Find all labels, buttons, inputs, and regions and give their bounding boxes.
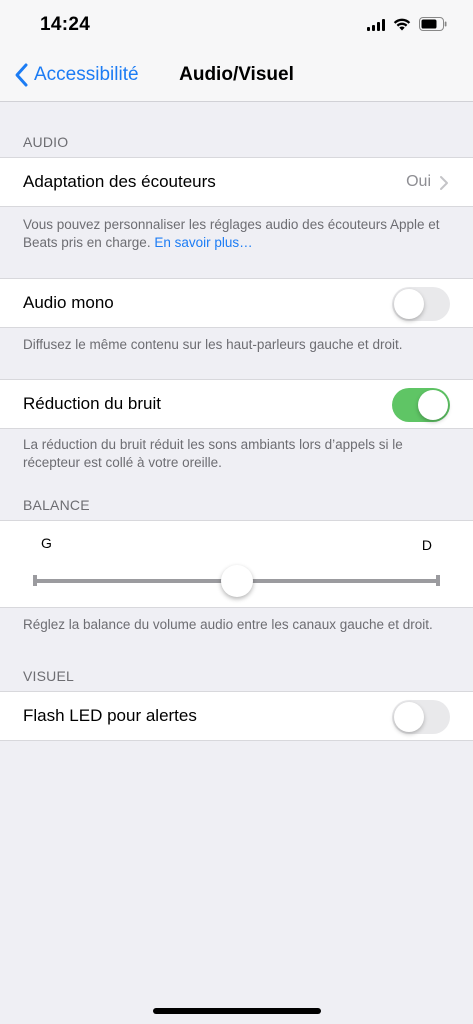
balance-left-label: G xyxy=(41,535,52,551)
section-header-balance: BALANCE xyxy=(23,497,90,513)
led-flash-label: Flash LED pour alertes xyxy=(23,706,197,725)
balance-row: G D xyxy=(0,520,473,608)
mono-audio-toggle[interactable] xyxy=(392,287,450,321)
balance-right-label: D xyxy=(421,537,432,553)
navigation-bar: Accessibilité Audio/Visuel xyxy=(0,50,473,102)
page-title: Audio/Visuel xyxy=(0,64,473,86)
slider-right-tick xyxy=(436,575,440,586)
home-indicator[interactable] xyxy=(153,1008,321,1014)
status-bar: 14:24 xyxy=(0,0,473,50)
balance-slider-thumb[interactable] xyxy=(220,565,253,597)
wifi-icon xyxy=(393,17,411,31)
page-title-text: Audio/Visuel xyxy=(179,64,294,85)
toggle-knob xyxy=(394,289,424,319)
mono-audio-row: Audio mono xyxy=(0,278,473,328)
led-flash-toggle[interactable] xyxy=(392,700,450,734)
headphone-accommodations-label: Adaptation des écouteurs xyxy=(23,172,216,191)
toggle-knob xyxy=(418,390,448,420)
noise-cancellation-footer: La réduction du bruit réduit les sons am… xyxy=(23,437,403,470)
mono-audio-footer: Diffusez le même contenu sur les haut-pa… xyxy=(23,337,403,352)
status-icons xyxy=(367,17,447,31)
learn-more-link[interactable]: En savoir plus… xyxy=(154,235,252,250)
noise-cancellation-row: Réduction du bruit xyxy=(0,379,473,429)
cellular-signal-icon xyxy=(367,18,385,31)
mono-audio-label: Audio mono xyxy=(23,293,114,312)
status-time: 14:24 xyxy=(40,14,91,35)
headphone-footer: Vous pouvez personnaliser les réglages a… xyxy=(23,216,443,252)
headphone-accommodations-value: Oui xyxy=(406,173,431,190)
headphone-accommodations-row[interactable]: Adaptation des écouteurs Oui xyxy=(0,157,473,207)
screen: 14:24 Accessibilité Audio/Visuel AUDIO A… xyxy=(0,0,473,1024)
section-header-visual: VISUEL xyxy=(23,668,74,684)
toggle-knob xyxy=(394,702,424,732)
section-header-audio: AUDIO xyxy=(23,134,69,150)
balance-footer: Réglez la balance du volume audio entre … xyxy=(23,617,433,632)
led-flash-row: Flash LED pour alertes xyxy=(0,691,473,741)
battery-icon xyxy=(419,17,447,31)
noise-cancellation-toggle[interactable] xyxy=(392,388,450,422)
noise-cancellation-label: Réduction du bruit xyxy=(23,394,161,413)
chevron-right-icon xyxy=(440,176,448,190)
